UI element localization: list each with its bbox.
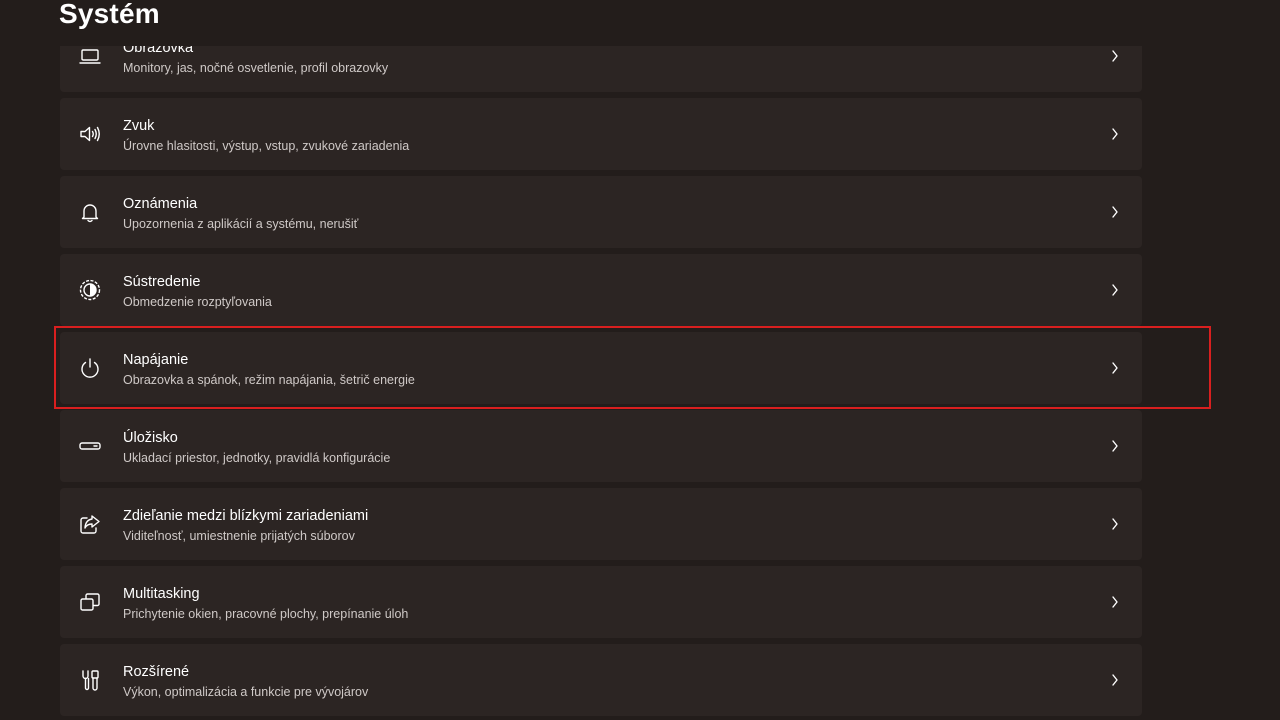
settings-item-storage[interactable]: Úložisko Ukladací priestor, jednotky, pr… [60,410,1142,482]
settings-item-advanced[interactable]: Rozšírené Výkon, optimalizácia a funkcie… [60,644,1142,716]
settings-item-title: Multitasking [123,586,200,602]
settings-item-title: Zdieľanie medzi blízkymi zariadeniami [123,508,369,524]
bell-icon [78,200,102,224]
settings-item-description: Ukladací priestor, jednotky, pravidlá ko… [123,451,391,465]
settings-item-title: Rozšírené [123,664,190,680]
chevron-right-icon [1110,438,1120,454]
page-title: Systém [59,0,160,29]
settings-item-description: Prichytenie okien, pracovné plochy, prep… [123,607,409,621]
settings-item-title: Oznámenia [123,196,198,212]
settings-item-description: Obmedzenie rozptyľovania [123,295,272,309]
settings-item-description: Obrazovka a spánok, režim napájania, šet… [123,373,415,387]
settings-list: Obrazovka Monitory, jas, nočné osvetleni… [60,0,1142,720]
chevron-right-icon [1110,204,1120,220]
settings-item-description: Výkon, optimalizácia a funkcie pre vývoj… [123,685,369,699]
chevron-right-icon [1110,516,1120,532]
settings-item-description: Úrovne hlasitosti, výstup, vstup, zvukov… [123,139,410,153]
chevron-right-icon [1110,282,1120,298]
monitor-icon [78,44,102,68]
settings-item-multitasking[interactable]: Multitasking Prichytenie okien, pracovné… [60,566,1142,638]
chevron-right-icon [1110,360,1120,376]
storage-icon [78,434,102,458]
settings-item-sound[interactable]: Zvuk Úrovne hlasitosti, výstup, vstup, z… [60,98,1142,170]
settings-item-notifications[interactable]: Oznámenia Upozornenia z aplikácií a syst… [60,176,1142,248]
settings-item-title: Sústredenie [123,274,201,290]
settings-item-title: Úložisko [123,430,178,446]
focus-icon [78,278,102,302]
settings-item-nearby-sharing[interactable]: Zdieľanie medzi blízkymi zariadeniami Vi… [60,488,1142,560]
settings-item-description: Viditeľnosť, umiestnenie prijatých súbor… [123,529,355,543]
tools-icon [78,668,102,692]
chevron-right-icon [1110,672,1120,688]
chevron-right-icon [1110,126,1120,142]
settings-item-focus[interactable]: Sústredenie Obmedzenie rozptyľovania [60,254,1142,326]
settings-item-title: Napájanie [123,352,189,368]
page-header: Systém [0,0,1280,46]
share-icon [78,512,102,536]
power-icon [78,356,102,380]
settings-item-description: Upozornenia z aplikácií a systému, neruš… [123,217,359,231]
settings-item-description: Monitory, jas, nočné osvetlenie, profil … [123,61,389,75]
speaker-icon [78,122,102,146]
settings-item-power[interactable]: Napájanie Obrazovka a spánok, režim napá… [60,332,1142,404]
multitasking-icon [78,590,102,614]
settings-item-title: Zvuk [123,118,155,134]
chevron-right-icon [1110,594,1120,610]
chevron-right-icon [1110,48,1120,64]
